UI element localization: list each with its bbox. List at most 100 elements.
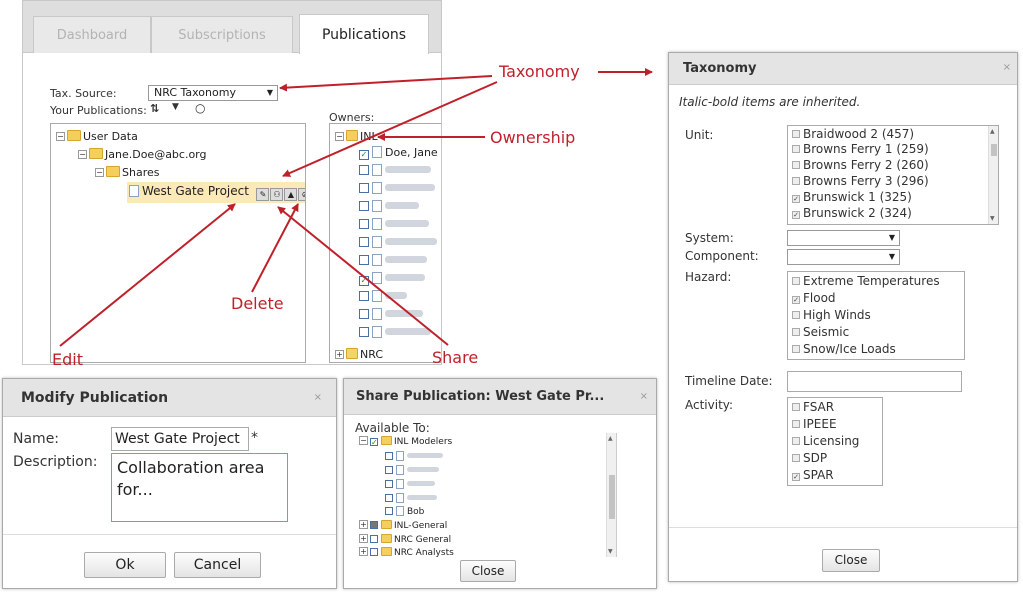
expand-icon[interactable]: + <box>359 534 368 543</box>
activity-checkbox[interactable] <box>792 437 800 445</box>
unit-checkbox[interactable] <box>792 177 800 185</box>
unit-item[interactable]: Browns Ferry 3 (296) <box>792 174 929 188</box>
member-checkbox[interactable] <box>385 452 393 460</box>
share-member[interactable] <box>385 463 439 477</box>
share-group-nrc-general[interactable]: + NRC General <box>359 533 451 547</box>
share-group-inl-general[interactable]: + INL-General <box>359 519 447 533</box>
edit-icon[interactable]: ✎ <box>256 188 270 201</box>
owner-row[interactable]: ✓ <box>359 272 425 286</box>
owner-icon[interactable]: ▲ <box>284 188 298 201</box>
hazard-checkbox[interactable] <box>792 328 800 336</box>
collapse-icon[interactable]: − <box>95 168 104 177</box>
name-input[interactable]: West Gate Project <box>111 427 249 451</box>
unit-item[interactable]: Browns Ferry 2 (260) <box>792 158 929 172</box>
description-textarea[interactable]: Collaboration area for... <box>111 453 288 522</box>
toggle-icon[interactable]: ○ <box>195 101 205 115</box>
share-member[interactable] <box>385 449 443 463</box>
owner-row[interactable] <box>359 218 429 232</box>
tab-publications[interactable]: Publications <box>299 14 429 54</box>
group-checkbox[interactable] <box>370 521 378 529</box>
share-scrollbar[interactable]: ▲ ▼ <box>606 433 616 557</box>
ok-button[interactable]: Ok <box>84 552 166 578</box>
owner-row[interactable] <box>359 254 427 268</box>
tree-node-user[interactable]: − Jane.Doe@abc.org <box>78 148 207 162</box>
tab-dashboard[interactable]: Dashboard <box>33 16 151 53</box>
collapse-icon[interactable]: − <box>359 436 368 445</box>
owner-checkbox[interactable] <box>359 255 369 265</box>
member-checkbox[interactable] <box>385 466 393 474</box>
activity-item[interactable]: SDP <box>792 451 827 465</box>
expand-icon[interactable]: + <box>359 520 368 529</box>
scroll-up-icon[interactable]: ▲ <box>990 128 995 135</box>
owners-root-nrc[interactable]: + NRC <box>335 348 383 362</box>
collapse-icon[interactable]: − <box>78 150 87 159</box>
unit-checkbox[interactable] <box>792 130 800 138</box>
group-checkbox[interactable] <box>370 548 378 556</box>
unit-checkbox[interactable]: ✓ <box>792 211 800 219</box>
owner-row[interactable] <box>359 164 431 178</box>
hazard-item[interactable]: Extreme Temperatures <box>792 274 940 288</box>
owner-row[interactable] <box>359 182 435 196</box>
filter-icon[interactable]: ▼ <box>172 102 179 112</box>
system-select[interactable]: ▼ <box>787 230 900 246</box>
share-group-inl[interactable]: − ✓ INL Modelers <box>359 435 452 449</box>
tree-node-user-data[interactable]: − User Data <box>56 130 138 144</box>
activity-item[interactable]: Licensing <box>792 434 859 448</box>
member-checkbox[interactable] <box>385 480 393 488</box>
owner-checkbox[interactable] <box>359 219 369 229</box>
hazard-checkbox[interactable] <box>792 311 800 319</box>
hazard-item[interactable]: High Winds <box>792 308 871 322</box>
unit-checkbox[interactable] <box>792 145 800 153</box>
expand-icon[interactable]: + <box>359 547 368 556</box>
owner-row[interactable] <box>359 200 419 214</box>
scroll-up-icon[interactable]: ▲ <box>608 435 613 442</box>
delete-icon[interactable]: ⊘ <box>298 188 305 201</box>
unit-item[interactable]: ✓ Brunswick 2 (324) <box>792 206 912 220</box>
owner-checkbox[interactable] <box>359 237 369 247</box>
owner-checkbox[interactable] <box>359 291 369 301</box>
cancel-button[interactable]: Cancel <box>174 552 261 578</box>
owner-row[interactable] <box>359 308 423 322</box>
taxonomy-close-button[interactable]: Close <box>822 549 880 572</box>
owner-checkbox[interactable] <box>359 309 369 319</box>
group-checkbox[interactable]: ✓ <box>370 438 378 447</box>
share-member[interactable] <box>385 477 435 491</box>
refresh-icon[interactable]: ⇅ <box>150 102 159 115</box>
owner-checkbox[interactable]: ✓ <box>359 276 369 286</box>
owner-checkbox[interactable] <box>359 327 369 337</box>
tax-source-select[interactable]: NRC Taxonomy ▼ <box>148 85 278 101</box>
owner-checkbox[interactable] <box>359 183 369 193</box>
collapse-icon[interactable]: − <box>56 132 65 141</box>
hazard-item[interactable]: ✓ Flood <box>792 291 836 305</box>
component-select[interactable]: ▼ <box>787 249 900 265</box>
share-member-bob[interactable]: Bob <box>385 505 424 519</box>
owner-checkbox[interactable]: ✓ <box>359 150 369 160</box>
activity-item[interactable]: ✓ SPAR <box>792 468 834 482</box>
hazard-checkbox[interactable] <box>792 277 800 285</box>
activity-item[interactable]: FSAR <box>792 400 834 414</box>
activity-checkbox[interactable] <box>792 403 800 411</box>
owner-row[interactable] <box>359 236 437 250</box>
scroll-down-icon[interactable]: ▼ <box>990 215 995 222</box>
activity-checkbox[interactable] <box>792 420 800 428</box>
member-checkbox[interactable] <box>385 494 393 502</box>
timeline-date-input[interactable] <box>787 371 962 392</box>
owner-checkbox[interactable] <box>359 201 369 211</box>
activity-item[interactable]: IPEEE <box>792 417 837 431</box>
unit-scrollbar[interactable]: ▲ ▼ <box>988 126 998 224</box>
collapse-icon[interactable]: − <box>335 132 344 141</box>
close-icon[interactable]: × <box>1003 62 1011 73</box>
hazard-item[interactable]: Seismic <box>792 325 849 339</box>
close-icon[interactable]: × <box>314 392 322 403</box>
unit-item[interactable]: ✓ Brunswick 1 (325) <box>792 190 912 204</box>
share-icon[interactable]: ⚇ <box>270 188 284 201</box>
scrollbar-thumb[interactable] <box>991 144 997 156</box>
share-close-button[interactable]: Close <box>460 560 516 582</box>
unit-item[interactable]: Braidwood 2 (457) <box>792 127 914 141</box>
unit-checkbox[interactable] <box>792 161 800 169</box>
activity-checkbox[interactable] <box>792 454 800 462</box>
share-member[interactable] <box>385 491 437 505</box>
owner-row[interactable] <box>359 290 407 304</box>
owner-row[interactable]: ✓ Doe, Jane <box>359 146 438 160</box>
unit-item[interactable]: Browns Ferry 1 (259) <box>792 142 929 156</box>
